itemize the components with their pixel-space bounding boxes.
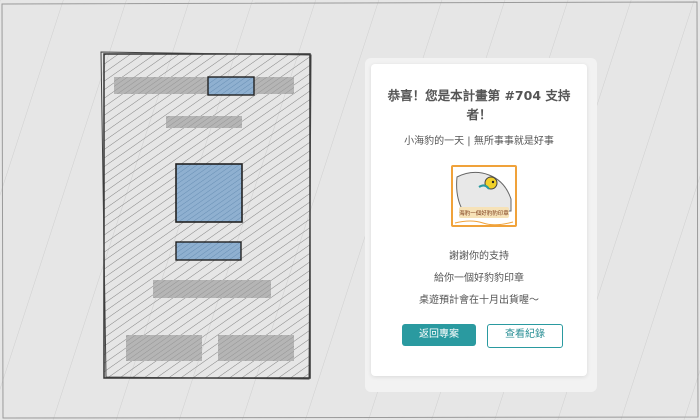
stamp-message: 給你一個好豹豹印章: [434, 273, 524, 284]
view-records-button[interactable]: 查看紀錄: [487, 324, 563, 348]
thanks-message: 謝謝你的支持: [449, 251, 509, 262]
seal-illustration: 海豹一個好豹豹印章: [453, 167, 515, 225]
success-card: 恭喜！您是本計畫第 #704 支持者！ 小海豹的一天 | 無所事事就是好事 海豹…: [371, 64, 587, 376]
back-to-project-button[interactable]: 返回專案: [402, 324, 476, 346]
card-title: 恭喜！您是本計畫第 #704 支持者！: [387, 88, 571, 122]
wireframe-device: [100, 51, 312, 380]
shipping-message: 桌遊預計會在十月出貨喔～: [419, 295, 539, 306]
seal-stamp-image: 海豹一個好豹豹印章: [451, 165, 517, 227]
svg-text:海豹一個好豹豹印章: 海豹一個好豹豹印章: [459, 209, 509, 217]
project-subtitle: 小海豹的一天 | 無所事事就是好事: [404, 136, 554, 147]
